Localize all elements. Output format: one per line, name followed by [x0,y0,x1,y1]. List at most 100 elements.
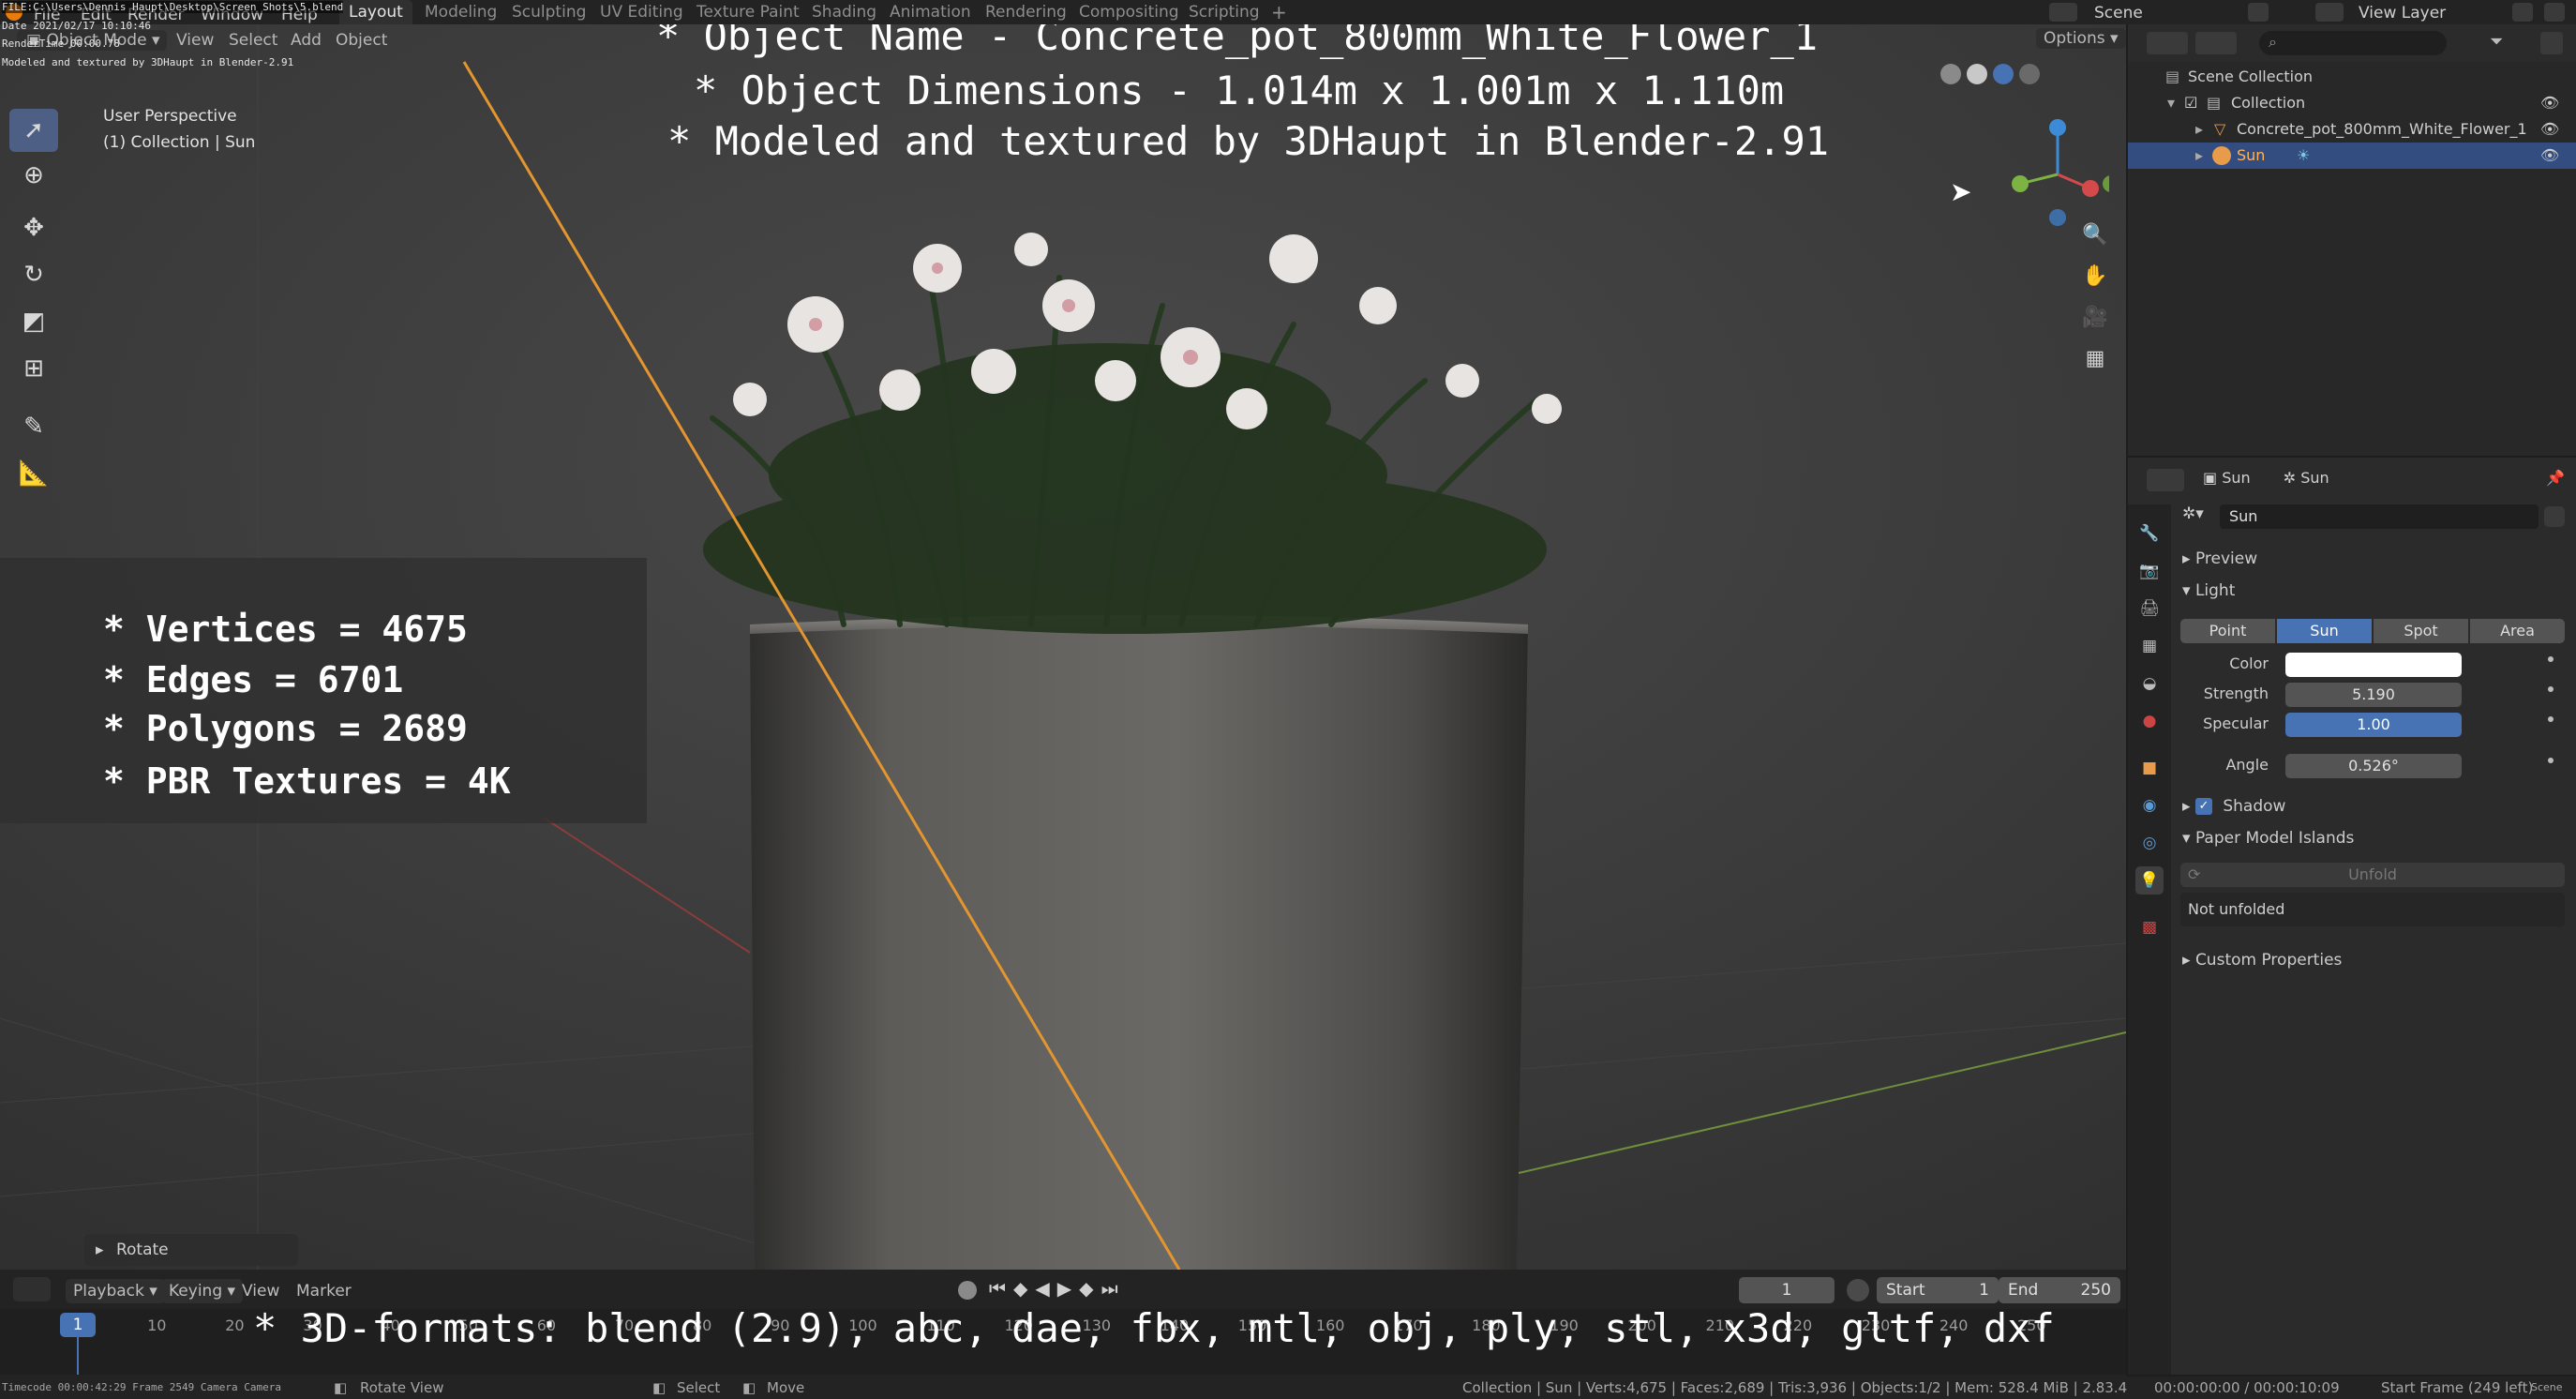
menu-object[interactable]: Object [336,30,387,51]
light-type-icon[interactable]: ✲▾ [2182,504,2212,529]
tab-texture-paint[interactable]: Texture Paint [696,0,800,24]
light-datablock-name[interactable]: Sun [2220,504,2539,529]
tool-tab-icon[interactable]: 🔧 [2135,519,2164,548]
move-tool-icon[interactable]: ✥ [9,206,58,249]
search-icon: ⌕ [2269,33,2277,51]
constraints-tab-icon[interactable]: ◎ [2135,829,2164,857]
texture-tab-icon[interactable]: ▩ [2135,913,2164,941]
light-data-tab-icon[interactable]: 💡 [2135,866,2164,895]
pan-hand-icon[interactable]: ✋ [2076,257,2114,294]
expand-arrow-icon[interactable]: ▸ [2195,143,2203,169]
camera-view-icon[interactable]: 🎥 [2076,298,2114,336]
options-dropdown[interactable]: Options ▾ [2036,28,2126,49]
visibility-eye-icon[interactable]: 👁 [2540,116,2559,143]
gizmo-y-axis[interactable] [2012,175,2029,192]
outliner-search-input[interactable]: ⌕ [2259,31,2447,55]
custom-properties-panel-header[interactable]: ▸ Custom Properties [2182,951,2342,970]
specular-slider[interactable]: 1.00 [2285,713,2462,737]
tab-compositing[interactable]: Compositing [1079,0,1179,24]
add-workspace-button[interactable]: + [1271,0,1287,24]
view-layer-selector-icon[interactable] [2315,3,2344,22]
angle-field[interactable]: 0.526° [2285,754,2462,778]
shadow-panel-header[interactable]: ▸ ✓ Shadow [2182,797,2285,816]
new-view-layer-icon[interactable] [2512,3,2533,22]
expand-arrow-icon[interactable]: ▸ [2195,116,2203,143]
light-type-point[interactable]: Point [2180,619,2275,643]
physics-tab-icon[interactable]: ◉ [2135,791,2164,820]
last-operator-panel[interactable]: ▸ Rotate [84,1234,298,1266]
fake-user-shield-icon[interactable] [2544,506,2565,527]
zoom-icon[interactable]: 🔍 [2076,216,2114,253]
annotate-tool-icon[interactable]: ✎ [9,405,58,448]
light-panel-header[interactable]: ▾ Light [2182,581,2235,600]
tab-scripting[interactable]: Scripting [1189,0,1260,24]
scene-name[interactable]: Scene [2094,4,2143,23]
outliner-editor-type-icon[interactable] [2147,32,2188,54]
shadow-checkbox[interactable]: ✓ [2194,798,2212,815]
overlay-modeled-by: * Modeled and textured by 3DHaupt in Ble… [667,118,1830,164]
rotate-tool-icon[interactable]: ↻ [9,253,58,296]
menu-view[interactable]: View [176,30,214,51]
new-collection-icon[interactable] [2540,32,2563,54]
outliner-row-sun[interactable]: ▸ Sun ☀ 👁 [2128,143,2576,169]
new-scene-icon[interactable] [2248,3,2269,22]
outliner-row-scene-collection[interactable]: ▤ Scene Collection [2128,64,2576,90]
playhead[interactable]: 1 [60,1313,96,1337]
tab-sculpting[interactable]: Sculpting [512,0,586,24]
collection-checkbox-icon[interactable]: ☑ [2184,90,2197,116]
material-shading-icon[interactable] [1993,64,2014,84]
3d-viewport[interactable]: ▣ Object Mode ▾ View Select Add Object O… [0,24,2126,1270]
light-type-spot[interactable]: Spot [2374,619,2468,643]
gizmo-z-axis[interactable] [2049,119,2066,136]
unfold-button[interactable]: ⟳ Unfold [2180,863,2565,887]
rendered-shading-icon[interactable] [2019,64,2040,84]
gizmo-x-axis[interactable] [2082,180,2099,197]
tab-animation[interactable]: Animation [890,0,971,24]
strength-field[interactable]: 5.190 [2285,683,2462,707]
output-tab-icon[interactable]: 🖨 [2135,594,2164,623]
outliner-row-collection[interactable]: ▾ ☑ ▤ Collection 👁 [2128,90,2576,116]
scene-selector-icon[interactable] [2049,3,2077,22]
cursor-tool-icon[interactable]: ⊕ [9,154,58,197]
light-type-sun[interactable]: Sun [2277,619,2372,643]
tab-modeling[interactable]: Modeling [425,0,497,24]
light-color-swatch[interactable] [2285,653,2462,677]
view-layer-name[interactable]: View Layer [2359,4,2446,23]
pin-icon[interactable]: 📌 [2546,469,2565,487]
animate-dot-icon[interactable] [2548,686,2554,692]
animate-dot-icon[interactable] [2548,716,2554,722]
animate-dot-icon[interactable] [2548,758,2554,763]
tab-layout[interactable]: Layout [339,0,412,24]
concrete-pot[interactable] [750,624,1528,1270]
menu-select[interactable]: Select [229,30,277,51]
light-type-area[interactable]: Area [2470,619,2565,643]
navigation-gizmo[interactable] [1997,109,2109,231]
collapse-arrow-icon[interactable]: ▾ [2167,90,2175,116]
filter-icon[interactable]: ⏷ [2490,32,2527,54]
select-box-tool-icon[interactable]: ➚ [9,109,58,152]
properties-editor-type-icon[interactable] [2147,469,2184,491]
outliner-panel: ⌕ ⏷ ▤ Scene Collection ▾ ☑ ▤ Collection … [2128,24,2576,456]
solid-shading-icon[interactable] [1967,64,1987,84]
scale-tool-icon[interactable]: ◩ [9,300,58,343]
measure-tool-icon[interactable]: 📐 [9,452,58,495]
render-tab-icon[interactable]: 📷 [2135,557,2164,585]
operator-label: Rotate [115,1241,169,1259]
outliner-row-pot-object[interactable]: ▸ ▽ Concrete_pot_800mm_White_Flower_1 👁 [2128,116,2576,143]
paper-model-panel-header[interactable]: ▾ Paper Model Islands [2182,829,2354,848]
transform-tool-icon[interactable]: ⊞ [9,347,58,390]
ortho-toggle-icon[interactable]: ▦ [2076,339,2114,377]
display-mode-icon[interactable] [2195,32,2237,54]
tab-rendering[interactable]: Rendering [985,0,1067,24]
remove-view-layer-icon[interactable] [2544,3,2565,22]
expanded-arrow-icon: ▾ [2182,829,2195,848]
visibility-eye-icon[interactable]: 👁 [2540,143,2559,169]
tab-uv-editing[interactable]: UV Editing [600,0,683,24]
tab-shading[interactable]: Shading [812,0,876,24]
visibility-eye-icon[interactable]: 👁 [2540,90,2559,116]
refresh-icon: ⟳ [2188,865,2201,883]
animate-dot-icon[interactable] [2548,656,2554,662]
menu-add[interactable]: Add [291,30,322,51]
wireframe-shading-icon[interactable] [1940,64,1961,84]
preview-panel-header[interactable]: ▸ Preview [2182,549,2257,568]
